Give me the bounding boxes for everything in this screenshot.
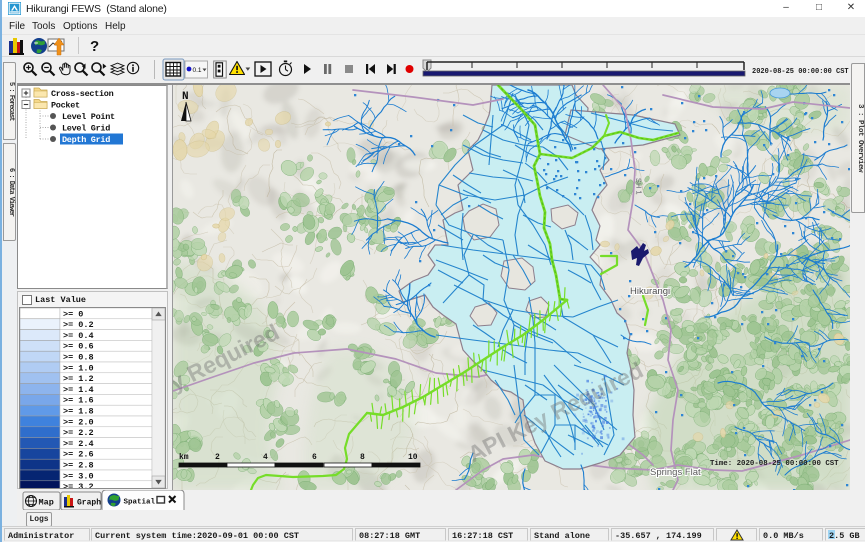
svg-text:>= 1.0: >= 1.0 bbox=[63, 363, 94, 373]
svg-text:>= 0.6: >= 0.6 bbox=[63, 342, 94, 352]
svg-text:>= 2.6: >= 2.6 bbox=[63, 450, 94, 460]
svg-text:>= 0.2: >= 0.2 bbox=[63, 320, 94, 330]
svg-text:>= 2.0: >= 2.0 bbox=[63, 417, 94, 427]
svg-text:Spatial: Spatial bbox=[124, 499, 156, 507]
svg-text:SH 1: SH 1 bbox=[634, 178, 644, 195]
svg-text:10: 10 bbox=[408, 453, 418, 462]
svg-text:Cross-section: Cross-section bbox=[51, 89, 114, 99]
svg-text:>= 0: >= 0 bbox=[63, 309, 83, 319]
svg-text:km: km bbox=[179, 453, 189, 462]
svg-text:N: N bbox=[182, 91, 189, 103]
svg-text:>= 3.2: >= 3.2 bbox=[63, 482, 94, 488]
svg-text:Pocket: Pocket bbox=[51, 101, 80, 111]
svg-text:2020-08-25 00:00:00 CST: 2020-08-25 00:00:00 CST bbox=[752, 68, 849, 76]
svg-text:>= 1.8: >= 1.8 bbox=[63, 407, 94, 417]
svg-text:0.1: 0.1 bbox=[193, 67, 202, 74]
svg-text:>= 2.4: >= 2.4 bbox=[63, 439, 94, 449]
svg-text:4: 4 bbox=[263, 453, 268, 462]
svg-text:6: 6 bbox=[312, 453, 317, 462]
svg-text:Level Point: Level Point bbox=[62, 112, 115, 122]
svg-text:>= 2.8: >= 2.8 bbox=[63, 461, 94, 471]
svg-text:>= 3.0: >= 3.0 bbox=[63, 471, 94, 481]
svg-text:Depth Grid: Depth Grid bbox=[62, 135, 110, 145]
svg-text:>= 0.8: >= 0.8 bbox=[63, 353, 94, 363]
svg-text:>= 1.4: >= 1.4 bbox=[63, 385, 94, 395]
svg-text:?: ? bbox=[90, 38, 99, 55]
svg-text:>= 1.2: >= 1.2 bbox=[63, 374, 94, 384]
svg-text:Springs Flat: Springs Flat bbox=[650, 467, 701, 478]
svg-text:Hikurangi: Hikurangi bbox=[630, 286, 670, 297]
svg-text:>= 1.6: >= 1.6 bbox=[63, 396, 94, 406]
svg-text:>= 0.4: >= 0.4 bbox=[63, 331, 94, 341]
svg-text:8: 8 bbox=[360, 453, 365, 462]
svg-text:Map: Map bbox=[39, 498, 54, 508]
svg-text:Time: 2020-08-25 00:00:00 CST: Time: 2020-08-25 00:00:00 CST bbox=[710, 460, 839, 468]
svg-text:Graph: Graph bbox=[77, 499, 101, 508]
svg-text:2: 2 bbox=[215, 453, 220, 462]
svg-text:Level Grid: Level Grid bbox=[62, 124, 110, 134]
svg-text:>= 2.2: >= 2.2 bbox=[63, 428, 94, 438]
